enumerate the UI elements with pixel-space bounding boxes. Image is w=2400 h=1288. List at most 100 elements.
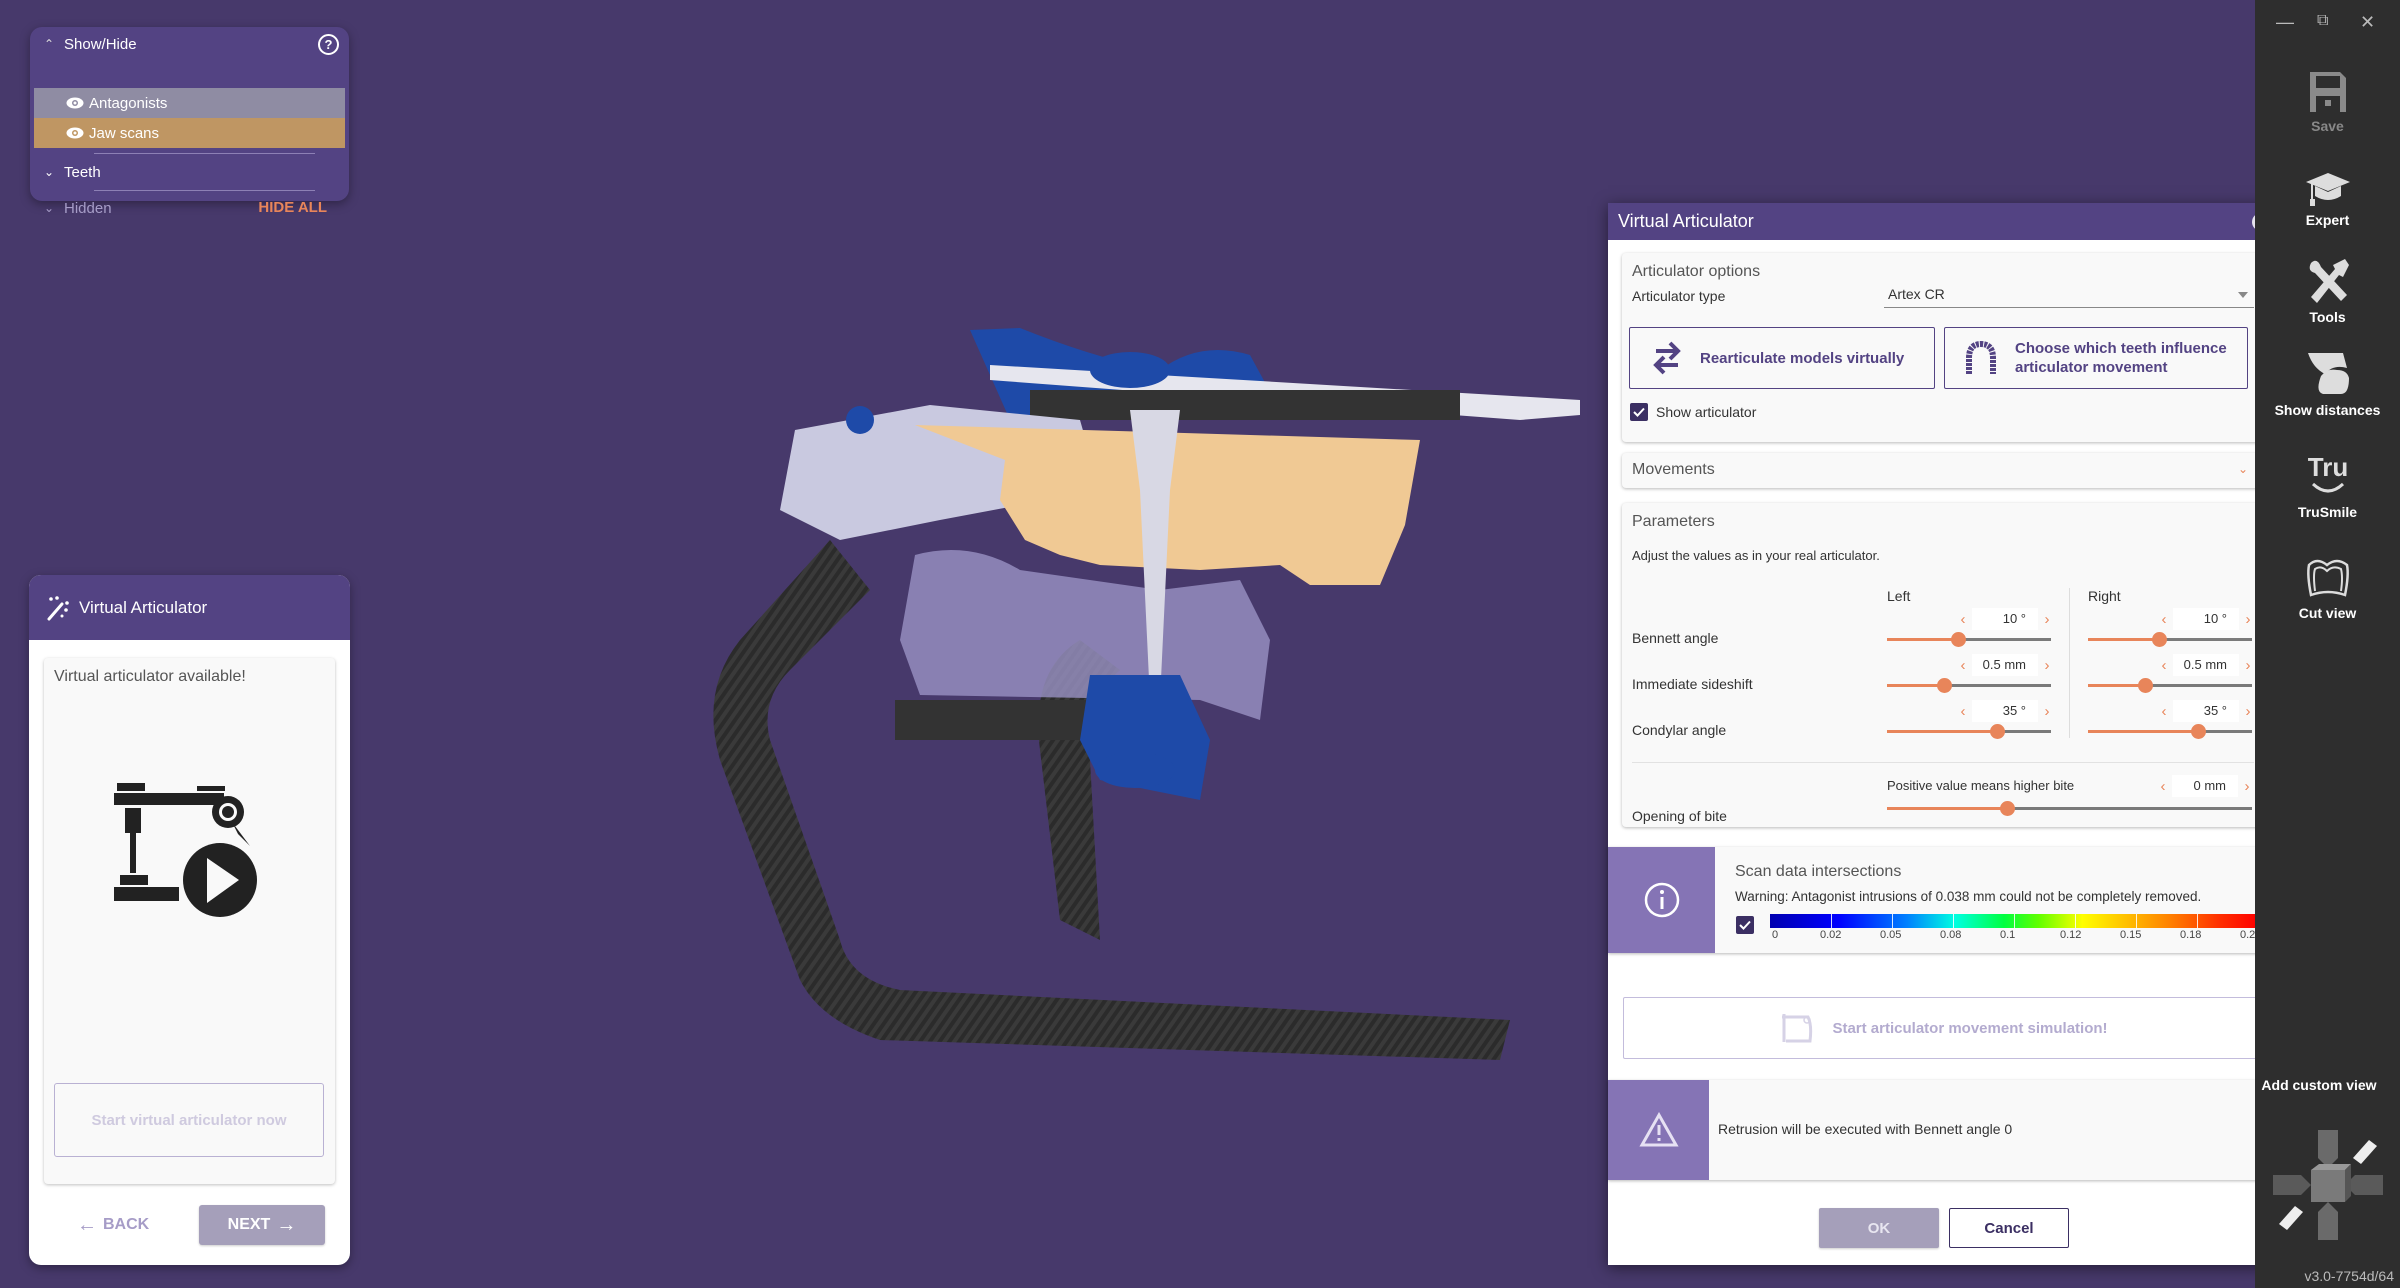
movements-section[interactable]: Movements ⌄	[1622, 453, 2264, 488]
right-value-stepper[interactable]: ‹ 10 ° ›	[2155, 608, 2257, 630]
simulation-label: Start articulator movement simulation!	[1832, 1019, 2108, 1037]
parameter-value[interactable]: 0.5 mm	[1972, 654, 2038, 676]
back-button[interactable]: ← BACK	[77, 1205, 149, 1245]
toolbar-add-custom-view[interactable]: Add custom view	[2239, 1077, 2399, 1093]
info-icon	[1644, 882, 1679, 918]
rearticulate-button[interactable]: Rearticulate models virtually	[1629, 327, 1935, 389]
opening-hint: Positive value means higher bite	[1887, 778, 2075, 793]
increment-icon[interactable]: ›	[2038, 703, 2056, 720]
parameter-value[interactable]: 35 °	[1972, 700, 2038, 722]
scale-tick-label: 0.1	[2000, 929, 2016, 941]
slider-thumb[interactable]	[2151, 632, 2167, 647]
decrement-icon[interactable]: ‹	[1954, 657, 1972, 674]
column-divider	[2069, 588, 2070, 738]
parameter-value[interactable]: 10 °	[1972, 608, 2038, 630]
scale-tick-label: 0.02	[1820, 929, 1842, 941]
parameter-value[interactable]: 10 °	[2173, 608, 2239, 630]
toolbar-save[interactable]: Save	[2255, 70, 2400, 134]
left-value-stepper[interactable]: ‹ 0.5 mm ›	[1954, 654, 2056, 676]
next-button[interactable]: NEXT →	[199, 1205, 325, 1245]
opening-value[interactable]: 0 mm	[2172, 775, 2238, 797]
toolbar-trusmile[interactable]: Tru TruSmile	[2255, 450, 2400, 520]
toolbar-show-distances[interactable]: Show distances	[2255, 348, 2400, 418]
banner-side	[1608, 847, 1715, 953]
slider-thumb[interactable]	[1937, 678, 1953, 693]
show-articulator-checkbox[interactable]	[1630, 403, 1648, 421]
start-virtual-articulator-button[interactable]: Start virtual articulator now	[54, 1083, 324, 1157]
scale-segment-divider	[2197, 914, 2198, 928]
choose-teeth-button[interactable]: Choose which teeth influence articulator…	[1944, 327, 2248, 389]
right-column-header: Right	[2088, 588, 2121, 604]
decrement-icon[interactable]: ‹	[1954, 703, 1972, 720]
right-slider[interactable]	[2088, 724, 2252, 739]
parameter-label: Bennett angle	[1632, 630, 1719, 646]
minimize-icon[interactable]: —	[2276, 12, 2294, 33]
slider-thumb[interactable]	[2000, 801, 2016, 816]
next-label: NEXT	[227, 1216, 271, 1233]
show-hide-teeth-group[interactable]: ⌄ Teeth	[44, 157, 101, 187]
save-icon	[2309, 72, 2346, 112]
opening-of-bite-slider[interactable]	[1887, 801, 2252, 816]
close-window-icon[interactable]: ✕	[2360, 12, 2375, 33]
teeth-label: Teeth	[64, 163, 101, 181]
show-hide-panel: ⌃ Show/Hide ? Antagonists Jaw scans ⌄ Te…	[30, 27, 349, 217]
left-slider[interactable]	[1887, 724, 2051, 739]
left-value-stepper[interactable]: ‹ 10 ° ›	[1954, 608, 2056, 630]
decrement-icon[interactable]: ‹	[2155, 703, 2173, 720]
increment-icon[interactable]: ›	[2038, 657, 2056, 674]
articulator-3d-model[interactable]	[680, 300, 1600, 1080]
eye-icon	[66, 127, 84, 139]
slider-thumb[interactable]	[2190, 724, 2206, 739]
slider-thumb[interactable]	[2138, 678, 2154, 693]
tooth-cut-icon	[2306, 559, 2349, 597]
show-hide-hidden-group[interactable]: ⌄ Hidden	[44, 193, 112, 223]
toolbar-cut-view[interactable]: Cut view	[2255, 555, 2400, 621]
opening-of-bite-stepper[interactable]: ‹ 0 mm ›	[2154, 775, 2256, 797]
scale-segment-divider	[1953, 914, 1954, 928]
decrement-icon[interactable]: ‹	[2155, 657, 2173, 674]
cancel-button[interactable]: Cancel	[1949, 1208, 2069, 1248]
virtual-articulator-panel: Virtual Articulator Virtual articulator …	[29, 575, 350, 1265]
articulator-type-select[interactable]: Artex CR	[1884, 286, 2254, 308]
show-hide-header[interactable]: ⌃ Show/Hide	[30, 27, 349, 61]
show-intersections-checkbox[interactable]	[1736, 916, 1754, 934]
parameter-value[interactable]: 0.5 mm	[2173, 654, 2239, 676]
show-hide-item-antagonists[interactable]: Antagonists	[34, 88, 345, 118]
slider-fill	[2088, 684, 2146, 687]
view-cube-icon[interactable]	[2273, 1130, 2383, 1240]
bottom-knob	[1095, 752, 1175, 788]
slider-thumb[interactable]	[1989, 724, 2005, 739]
eye-icon	[66, 97, 84, 109]
decrement-icon[interactable]: ‹	[2154, 778, 2172, 795]
start-simulation-button[interactable]: Start articulator movement simulation!	[1623, 997, 2265, 1059]
increment-icon[interactable]: ›	[2238, 778, 2256, 795]
help-icon[interactable]: ?	[318, 34, 339, 55]
ok-button[interactable]: OK	[1819, 1208, 1939, 1248]
left-slider[interactable]	[1887, 678, 2051, 693]
slider-thumb[interactable]	[1950, 632, 1966, 647]
left-slider[interactable]	[1887, 632, 2051, 647]
virtual-articulator-dialog: Virtual Articulator ✕ Articulator option…	[1608, 203, 2278, 1265]
panel-title: Virtual Articulator	[79, 597, 208, 617]
toolbar-tools[interactable]: Tools	[2255, 255, 2400, 325]
increment-icon[interactable]: ›	[2038, 611, 2056, 628]
right-slider[interactable]	[2088, 678, 2252, 693]
restore-icon[interactable]: ⧉	[2317, 12, 2328, 30]
toolbar-expert[interactable]: Expert	[2255, 170, 2400, 228]
right-value-stepper[interactable]: ‹ 0.5 mm ›	[2155, 654, 2257, 676]
decrement-icon[interactable]: ‹	[1954, 611, 1972, 628]
status-card: Virtual articulator available! Start vir…	[44, 658, 335, 1184]
right-value-stepper[interactable]: ‹ 35 ° ›	[2155, 700, 2257, 722]
svg-text:Tru: Tru	[2307, 452, 2347, 482]
left-value-stepper[interactable]: ‹ 35 ° ›	[1954, 700, 2056, 722]
right-slider[interactable]	[2088, 632, 2252, 647]
right-toolbar: — ⧉ ✕ Save Expert Tools Show distances T…	[2255, 0, 2400, 1288]
slider-fill	[1887, 807, 2008, 810]
hide-all-button[interactable]: HIDE ALL	[258, 199, 327, 216]
show-hide-item-jaw-scans[interactable]: Jaw scans	[34, 118, 345, 148]
parameter-value[interactable]: 35 °	[2173, 700, 2239, 722]
divider	[1632, 762, 2254, 763]
dialog-title: Virtual Articulator	[1618, 211, 1754, 231]
tools-icon	[2309, 259, 2349, 303]
decrement-icon[interactable]: ‹	[2155, 611, 2173, 628]
